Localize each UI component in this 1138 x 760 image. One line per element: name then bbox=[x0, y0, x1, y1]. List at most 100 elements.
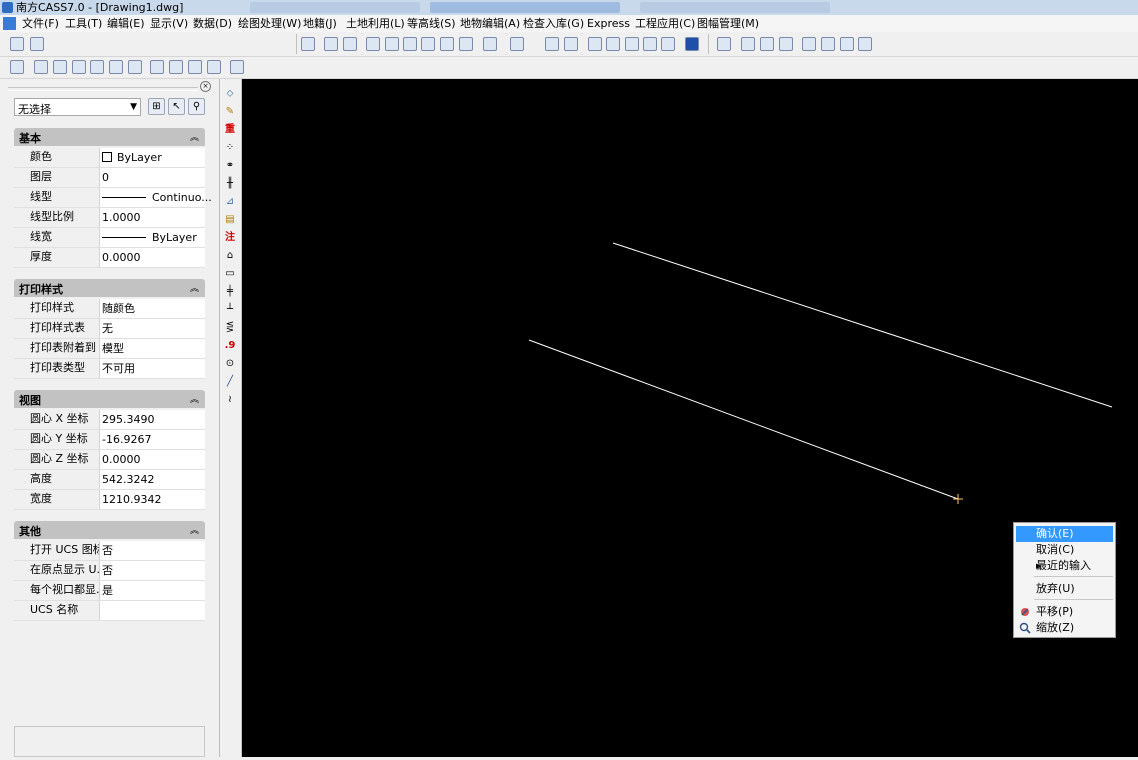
cass-edit-icon[interactable] bbox=[741, 37, 755, 51]
property-row[interactable]: 打印样式表无 bbox=[14, 319, 205, 339]
toggle-pickadd-icon[interactable]: ⊞ bbox=[148, 98, 165, 115]
property-row[interactable]: 线宽 ByLayer bbox=[14, 228, 205, 248]
menu-edit[interactable]: 编辑(E) bbox=[107, 16, 145, 31]
line-icon[interactable]: ╱ bbox=[223, 375, 237, 389]
view-top-icon[interactable] bbox=[10, 60, 24, 74]
elevation-point-icon[interactable]: .9 bbox=[223, 339, 237, 353]
binoculars-icon[interactable]: ⚭ bbox=[223, 159, 237, 173]
menu-drawing[interactable]: 绘图处理(W) bbox=[238, 16, 301, 31]
iso-se-icon[interactable] bbox=[169, 60, 183, 74]
extend-icon[interactable] bbox=[661, 37, 675, 51]
menu-engineering[interactable]: 工程应用(C) bbox=[635, 16, 695, 31]
match-properties-icon[interactable] bbox=[564, 37, 578, 51]
view-front-icon[interactable] bbox=[34, 60, 48, 74]
redraw-icon[interactable]: 重 bbox=[223, 123, 237, 137]
menu-land-use[interactable]: 土地利用(L) bbox=[346, 16, 405, 31]
cass-tool-2-icon[interactable] bbox=[821, 37, 835, 51]
section-basic[interactable]: 基本 ︽ bbox=[14, 128, 205, 146]
drawn-line[interactable] bbox=[612, 242, 1113, 408]
property-row[interactable]: 线型比例 1.0000 bbox=[14, 208, 205, 228]
annotation-icon[interactable]: 注 bbox=[223, 231, 237, 245]
rectangle-icon[interactable]: ▭ bbox=[223, 267, 237, 281]
property-row[interactable]: 颜色 ByLayer bbox=[14, 148, 205, 168]
property-row[interactable]: 线型 Continuo... bbox=[14, 188, 212, 208]
menu-item-confirm[interactable]: 确认(E) bbox=[1016, 526, 1113, 542]
iso-sw-icon[interactable] bbox=[150, 60, 164, 74]
view-right-icon[interactable] bbox=[72, 60, 86, 74]
quick-select-icon[interactable]: ⚲ bbox=[188, 98, 205, 115]
property-row[interactable]: UCS 名称 bbox=[14, 601, 205, 621]
property-row[interactable]: 每个视口都显... 是 bbox=[14, 581, 205, 601]
redo-icon[interactable] bbox=[510, 37, 524, 51]
help-icon[interactable] bbox=[685, 37, 699, 51]
view-bottom-icon[interactable] bbox=[109, 60, 123, 74]
window-icon[interactable] bbox=[717, 37, 731, 51]
tag-icon[interactable]: ⬦ bbox=[223, 87, 237, 101]
menu-item-cancel[interactable]: 取消(C) bbox=[1016, 542, 1113, 558]
property-row[interactable]: 宽度 1210.9342 bbox=[14, 490, 205, 510]
property-row[interactable]: 打印样式 随颜色 bbox=[14, 299, 205, 319]
property-row[interactable]: 高度 542.3242 bbox=[14, 470, 205, 490]
section-plot-style[interactable]: 打印样式 ︽ bbox=[14, 279, 205, 297]
property-row[interactable]: 圆心 X 坐标 295.3490 bbox=[14, 410, 205, 430]
copy-icon[interactable] bbox=[625, 37, 639, 51]
menu-sheet-management[interactable]: 图幅管理(M) bbox=[697, 16, 759, 31]
curve-icon[interactable]: ≀ bbox=[223, 393, 237, 407]
grid-points-icon[interactable]: ⁘ bbox=[223, 141, 237, 155]
menu-item-undo[interactable]: 放弃(U) bbox=[1016, 581, 1113, 597]
view-iso-icon[interactable] bbox=[128, 60, 142, 74]
menu-item-zoom[interactable]: 缩放(Z) bbox=[1016, 620, 1113, 636]
building-icon[interactable]: ⌂ bbox=[223, 249, 237, 263]
select-objects-icon[interactable]: ↖ bbox=[168, 98, 185, 115]
trim-icon[interactable] bbox=[643, 37, 657, 51]
property-row[interactable]: 厚度 0.0000 bbox=[14, 248, 205, 268]
section-view[interactable]: 视图 ︽ bbox=[14, 390, 205, 408]
ruler-icon[interactable]: ▤ bbox=[223, 213, 237, 227]
cass-tool-3-icon[interactable] bbox=[840, 37, 854, 51]
properties-icon[interactable] bbox=[545, 37, 559, 51]
save-icon[interactable] bbox=[343, 37, 357, 51]
zoom-realtime-icon[interactable] bbox=[403, 37, 417, 51]
view-left-icon[interactable] bbox=[53, 60, 67, 74]
cass-tool-1-icon[interactable] bbox=[802, 37, 816, 51]
zoom-window-icon[interactable] bbox=[421, 37, 435, 51]
cass-pen-icon[interactable] bbox=[779, 37, 793, 51]
app-menu-icon[interactable] bbox=[3, 17, 16, 30]
property-row[interactable]: 在原点显示 U... 否 bbox=[14, 561, 205, 581]
menu-tools[interactable]: 工具(T) bbox=[65, 16, 102, 31]
cass-draw-icon[interactable] bbox=[760, 37, 774, 51]
menu-check-db[interactable]: 检查入库(G) bbox=[523, 16, 584, 31]
dimension-icon[interactable]: ⊿ bbox=[223, 195, 237, 209]
zoom-in-icon[interactable] bbox=[440, 37, 454, 51]
draw-tool-icon[interactable] bbox=[385, 37, 399, 51]
menu-item-pan[interactable]: 平移(P) bbox=[1016, 604, 1113, 620]
menu-contour[interactable]: 等高线(S) bbox=[407, 16, 456, 31]
property-row[interactable]: 打印表类型 不可用 bbox=[14, 359, 205, 379]
menu-feature-edit[interactable]: 地物编辑(A) bbox=[460, 16, 520, 31]
section-misc[interactable]: 其他 ︽ bbox=[14, 521, 205, 539]
linetype-icon[interactable] bbox=[301, 37, 315, 51]
undo-icon[interactable] bbox=[483, 37, 497, 51]
camera-icon[interactable] bbox=[230, 60, 244, 74]
menu-file[interactable]: 文件(F) bbox=[22, 16, 59, 31]
menu-view[interactable]: 显示(V) bbox=[150, 16, 188, 31]
edit-tag-icon[interactable]: ✎ bbox=[223, 105, 237, 119]
iso-ne-icon[interactable] bbox=[188, 60, 202, 74]
vegetation-icon[interactable]: ⋚ bbox=[223, 321, 237, 335]
layer-previous-icon[interactable] bbox=[30, 37, 44, 51]
edit-icon[interactable] bbox=[588, 37, 602, 51]
zoom-out-icon[interactable] bbox=[459, 37, 473, 51]
circle-icon[interactable]: ⊙ bbox=[223, 357, 237, 371]
move-icon[interactable] bbox=[606, 37, 620, 51]
view-back-icon[interactable] bbox=[90, 60, 104, 74]
menu-cadastre[interactable]: 地籍(J) bbox=[303, 16, 337, 31]
cass-tool-4-icon[interactable] bbox=[858, 37, 872, 51]
comb-icon[interactable]: ┴ bbox=[223, 303, 237, 317]
close-icon[interactable]: × bbox=[200, 81, 211, 92]
property-row[interactable]: 圆心 Y 坐标 -16.9267 bbox=[14, 430, 205, 450]
fence-icon[interactable]: ╪ bbox=[223, 285, 237, 299]
layer-manager-icon[interactable] bbox=[10, 37, 24, 51]
pencil-icon[interactable] bbox=[366, 37, 380, 51]
panel-grip[interactable] bbox=[8, 87, 198, 91]
selection-dropdown[interactable]: 无选择 ▼ bbox=[14, 98, 141, 116]
